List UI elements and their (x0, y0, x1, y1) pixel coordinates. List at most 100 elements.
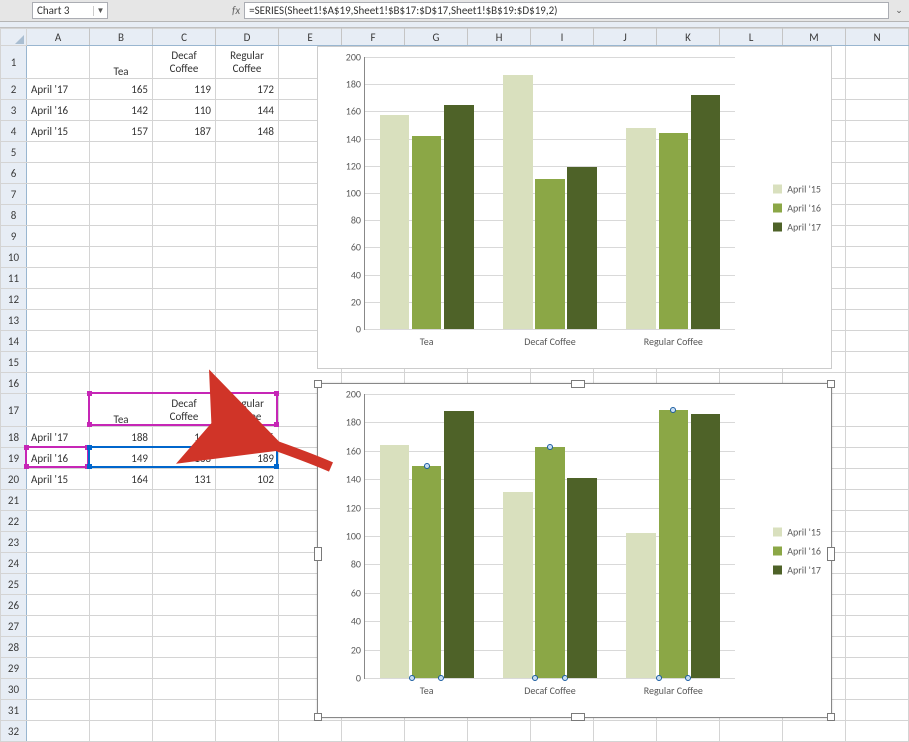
cell-B24[interactable] (90, 553, 153, 574)
cell-B6[interactable] (90, 163, 153, 184)
cell-D27[interactable] (216, 616, 279, 637)
cell-B27[interactable] (90, 616, 153, 637)
cell-N24[interactable] (846, 553, 909, 574)
cell-D25[interactable] (216, 574, 279, 595)
cell-B10[interactable] (90, 247, 153, 268)
dropdown-icon[interactable]: ▼ (93, 6, 107, 16)
cell-C10[interactable] (153, 247, 216, 268)
cell-D31[interactable] (216, 700, 279, 721)
row-head-14[interactable]: 14 (1, 331, 27, 352)
cell-A10[interactable] (27, 247, 90, 268)
cell-D4[interactable]: 148 (216, 121, 279, 142)
col-head-e[interactable]: E (279, 29, 342, 46)
cell-N19[interactable] (846, 448, 909, 469)
cell-D18[interactable]: 186 (216, 427, 279, 448)
col-head-m[interactable]: M (783, 29, 846, 46)
cell-A15[interactable] (27, 352, 90, 373)
col-head-b[interactable]: B (90, 29, 153, 46)
cell-E32[interactable] (279, 721, 342, 742)
cell-D28[interactable] (216, 637, 279, 658)
cell-A18[interactable]: April '17 (27, 427, 90, 448)
cell-N11[interactable] (846, 268, 909, 289)
cell-C4[interactable]: 187 (153, 121, 216, 142)
row-head-32[interactable]: 32 (1, 721, 27, 742)
cell-A1[interactable] (27, 46, 90, 79)
cell-C21[interactable] (153, 490, 216, 511)
cell-N12[interactable] (846, 289, 909, 310)
cell-D29[interactable] (216, 658, 279, 679)
row-head-8[interactable]: 8 (1, 205, 27, 226)
row-head-27[interactable]: 27 (1, 616, 27, 637)
cell-A25[interactable] (27, 574, 90, 595)
cell-N10[interactable] (846, 247, 909, 268)
col-head-n[interactable]: N (846, 29, 909, 46)
row-head-13[interactable]: 13 (1, 310, 27, 331)
select-all-corner[interactable] (1, 29, 27, 46)
row-head-10[interactable]: 10 (1, 247, 27, 268)
cell-B31[interactable] (90, 700, 153, 721)
row-head-24[interactable]: 24 (1, 553, 27, 574)
cell-C9[interactable] (153, 226, 216, 247)
cell-B13[interactable] (90, 310, 153, 331)
name-box[interactable]: Chart 3 ▼ (32, 2, 108, 19)
cell-G32[interactable] (405, 721, 468, 742)
cell-B9[interactable] (90, 226, 153, 247)
chart-top[interactable]: 020406080100120140160180200TeaDecaf Coff… (317, 46, 832, 369)
row-head-7[interactable]: 7 (1, 184, 27, 205)
cell-C29[interactable] (153, 658, 216, 679)
row-head-18[interactable]: 18 (1, 427, 27, 448)
cell-C13[interactable] (153, 310, 216, 331)
cell-N15[interactable] (846, 352, 909, 373)
cell-N26[interactable] (846, 595, 909, 616)
row-head-17[interactable]: 17 (1, 394, 27, 427)
cell-C25[interactable] (153, 574, 216, 595)
cell-C28[interactable] (153, 637, 216, 658)
col-head-l[interactable]: L (720, 29, 783, 46)
cell-A24[interactable] (27, 553, 90, 574)
cell-A30[interactable] (27, 679, 90, 700)
cell-D5[interactable] (216, 142, 279, 163)
cell-H32[interactable] (468, 721, 531, 742)
cell-C15[interactable] (153, 352, 216, 373)
cell-C20[interactable]: 131 (153, 469, 216, 490)
cell-N27[interactable] (846, 616, 909, 637)
cell-D7[interactable] (216, 184, 279, 205)
row-head-31[interactable]: 31 (1, 700, 27, 721)
cell-N4[interactable] (846, 121, 909, 142)
col-head-a[interactable]: A (27, 29, 90, 46)
cell-C22[interactable] (153, 511, 216, 532)
cell-N29[interactable] (846, 658, 909, 679)
cell-N7[interactable] (846, 184, 909, 205)
expand-formula-bar-icon[interactable]: ⌄ (891, 4, 907, 18)
col-head-k[interactable]: K (657, 29, 720, 46)
cell-A23[interactable] (27, 532, 90, 553)
cell-D8[interactable] (216, 205, 279, 226)
cell-N6[interactable] (846, 163, 909, 184)
cell-C12[interactable] (153, 289, 216, 310)
cell-A9[interactable] (27, 226, 90, 247)
cell-N16[interactable] (846, 373, 909, 394)
row-head-28[interactable]: 28 (1, 637, 27, 658)
col-head-c[interactable]: C (153, 29, 216, 46)
cell-C2[interactable]: 119 (153, 79, 216, 100)
cell-C31[interactable] (153, 700, 216, 721)
cell-C7[interactable] (153, 184, 216, 205)
cell-D3[interactable]: 144 (216, 100, 279, 121)
cell-N3[interactable] (846, 100, 909, 121)
row-head-11[interactable]: 11 (1, 268, 27, 289)
cell-A26[interactable] (27, 595, 90, 616)
cell-N28[interactable] (846, 637, 909, 658)
cell-A17[interactable] (27, 394, 90, 427)
row-head-29[interactable]: 29 (1, 658, 27, 679)
row-head-23[interactable]: 23 (1, 532, 27, 553)
cell-N21[interactable] (846, 490, 909, 511)
cell-A6[interactable] (27, 163, 90, 184)
fx-icon[interactable]: fx (232, 4, 240, 17)
row-head-3[interactable]: 3 (1, 100, 27, 121)
cell-N8[interactable] (846, 205, 909, 226)
cell-A8[interactable] (27, 205, 90, 226)
cell-N31[interactable] (846, 700, 909, 721)
cell-A5[interactable] (27, 142, 90, 163)
cell-D15[interactable] (216, 352, 279, 373)
col-head-h[interactable]: H (468, 29, 531, 46)
